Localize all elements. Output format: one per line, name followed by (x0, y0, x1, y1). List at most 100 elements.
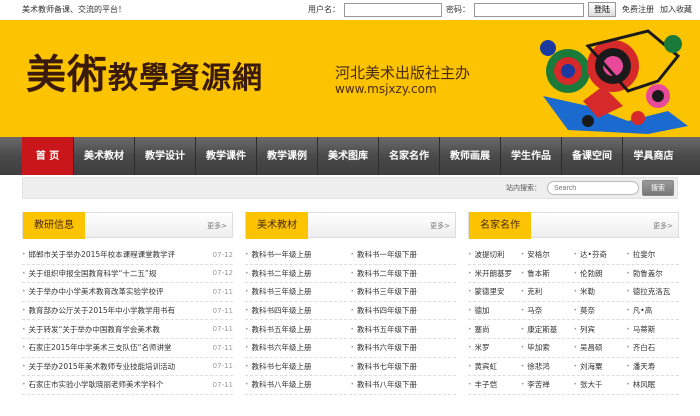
nav-teacher-exhibition[interactable]: 教师画展 (440, 137, 501, 175)
textbook-link[interactable]: • 教科书六年级下册 (351, 342, 457, 353)
register-link[interactable]: 免费注册 (622, 4, 654, 15)
nav-art-textbooks[interactable]: 美术教材 (74, 137, 135, 175)
list-item[interactable]: • 邯郸市关于举办2015年校本课程课堂教学评 07-12 (22, 246, 233, 265)
textbook-link[interactable]: • 教科书一年级下册 (351, 249, 457, 260)
nav-home[interactable]: 首 页 (22, 137, 74, 175)
artist-link[interactable]: • 塞尚 (468, 324, 521, 335)
panel-header: 教研信息 更多> (22, 212, 233, 239)
artist-link[interactable]: • 米勒 (574, 286, 627, 297)
textbook-link[interactable]: • 教科书六年级上册 (245, 342, 351, 353)
research-list: • 邯郸市关于举办2015年校本课程课堂教学评 07-12 • 关于组织申报全国教育科… (22, 238, 233, 395)
nav-prep-space[interactable]: 备课空间 (562, 137, 623, 175)
artist-link[interactable]: • 蒙德里安 (468, 286, 521, 297)
panel-title: 教研信息 (23, 212, 85, 239)
artist-link[interactable]: • 安格尔 (521, 249, 574, 260)
artist-link[interactable]: • 凡•高 (626, 305, 679, 316)
artist-link[interactable]: • 达•芬奇 (574, 249, 627, 260)
list-item: • 教科书四年级上册 • 教科书四年级下册 (245, 302, 456, 321)
list-item[interactable]: • 关于组织申报全国教育科学“十二五”规 07-12 (22, 265, 233, 284)
artist-link[interactable]: • 黄宾虹 (468, 361, 521, 372)
artist-link[interactable]: • 李苦禅 (521, 379, 574, 390)
nav-lesson-examples[interactable]: 教学课例 (257, 137, 318, 175)
textbook-link[interactable]: • 教科书八年级上册 (245, 379, 351, 390)
artist-link[interactable]: • 吴昌硕 (574, 342, 627, 353)
artist-link[interactable]: • 德拉克洛瓦 (626, 286, 679, 297)
list-item: • 教科书二年级上册 • 教科书二年级下册 (245, 265, 456, 284)
panel-title: 名家名作 (469, 212, 531, 239)
masterpieces-panel: 名家名作 更多> • 波提切利 • 安格尔 • 达•芬奇 • 拉斐尔 • 米开朗基罗 • 鲁本斯 • 伦… (468, 212, 679, 395)
artist-link[interactable]: • 张大千 (574, 379, 627, 390)
masters-list: • 波提切利 • 安格尔 • 达•芬奇 • 拉斐尔 • 米开朗基罗 • 鲁本斯 • 伦勃朗 • 勃鲁盖尔 •… (468, 238, 679, 395)
artist-link[interactable]: • 徐悲鸿 (521, 361, 574, 372)
list-item: • 蒙德里安 • 克利 • 米勒 • 德拉克洛瓦 (468, 283, 679, 302)
artist-link[interactable]: • 鲁本斯 (521, 268, 574, 279)
add-favorite-link[interactable]: 加入收藏 (660, 4, 692, 15)
textbook-link[interactable]: • 教科书七年级上册 (245, 361, 351, 372)
artist-link[interactable]: • 马奈 (521, 305, 574, 316)
search-label: 站内搜索： (506, 184, 541, 192)
list-item[interactable]: • 关于举办中小学美术教育改革实验学校评 07-11 (22, 283, 233, 302)
site-banner: 美術教學資源網 河北美术出版社主办 www.msjxzy.com (0, 20, 700, 137)
artist-link[interactable]: • 波提切利 (468, 249, 521, 260)
textbook-link[interactable]: • 教科书四年级上册 (245, 305, 351, 316)
textbook-link[interactable]: • 教科书七年级下册 (351, 361, 457, 372)
textbook-link[interactable]: • 教科书四年级下册 (351, 305, 457, 316)
username-input[interactable] (344, 2, 442, 17)
textbook-link[interactable]: • 教科书一年级上册 (245, 249, 351, 260)
panel-header: 美术教材 更多> (245, 212, 456, 239)
more-link[interactable]: 更多> (653, 221, 673, 231)
artist-link[interactable]: • 齐白石 (626, 342, 679, 353)
artist-link[interactable]: • 林风眠 (626, 379, 679, 390)
artist-link[interactable]: • 伦勃朗 (574, 268, 627, 279)
search-input[interactable] (547, 181, 639, 195)
more-link[interactable]: 更多> (430, 221, 450, 231)
site-url: www.msjxzy.com (335, 82, 437, 96)
search-button[interactable]: 搜索 (642, 180, 674, 196)
textbook-link[interactable]: • 教科书二年级上册 (245, 268, 351, 279)
password-input[interactable] (474, 2, 584, 17)
research-news-panel: 教研信息 更多> • 邯郸市关于举办2015年校本课程课堂教学评 07-12 • 关于… (22, 212, 233, 395)
artist-link[interactable]: • 米开朗基罗 (468, 268, 521, 279)
nav-art-gallery[interactable]: 美术图库 (318, 137, 379, 175)
list-item: • 教科书六年级上册 • 教科书六年级下册 (245, 339, 456, 358)
nav-courseware[interactable]: 教学课件 (196, 137, 257, 175)
artist-link[interactable]: • 克利 (521, 286, 574, 297)
artist-link[interactable]: • 勃鲁盖尔 (626, 268, 679, 279)
list-item: • 波提切利 • 安格尔 • 达•芬奇 • 拉斐尔 (468, 246, 679, 265)
nav-lesson-design[interactable]: 教学设计 (135, 137, 196, 175)
list-item[interactable]: • 石家庄市实验小学耿晓丽老师美术学科个 07-11 (22, 376, 233, 395)
artist-link[interactable]: • 拉斐尔 (626, 249, 679, 260)
artist-link[interactable]: • 刘海粟 (574, 361, 627, 372)
textbook-link[interactable]: • 教科书八年级下册 (351, 379, 457, 390)
nav-student-works[interactable]: 学生作品 (501, 137, 562, 175)
artist-link[interactable]: • 列宾 (574, 324, 627, 335)
list-item[interactable]: • 石家庄2015年中学美术三支队伍“名师讲堂 07-11 (22, 339, 233, 358)
artist-link[interactable]: • 米罗 (468, 342, 521, 353)
textbook-link[interactable]: • 教科书二年级下册 (351, 268, 457, 279)
list-item: • 教科书三年级上册 • 教科书三年级下册 (245, 283, 456, 302)
artist-link[interactable]: • 马蒂斯 (626, 324, 679, 335)
textbook-link[interactable]: • 教科书五年级上册 (245, 324, 351, 335)
artist-link[interactable]: • 德加 (468, 305, 521, 316)
list-item[interactable]: • 教育部办公厅关于2015年中小学教学用书有 07-11 (22, 302, 233, 321)
site-logo[interactable]: 美術教學資源網 (26, 42, 263, 100)
list-item: • 米罗 • 毕加索 • 吴昌硕 • 齐白石 (468, 339, 679, 358)
login-button[interactable]: 登陆 (588, 2, 616, 17)
artist-link[interactable]: • 潘天寿 (626, 361, 679, 372)
password-label: 密码： (446, 5, 470, 14)
artist-link[interactable]: • 莫奈 (574, 305, 627, 316)
more-link[interactable]: 更多> (207, 221, 227, 231)
textbook-link[interactable]: • 教科书五年级下册 (351, 324, 457, 335)
textbook-link[interactable]: • 教科书三年级上册 (245, 286, 351, 297)
textbook-list: • 教科书一年级上册 • 教科书一年级下册 • 教科书二年级上册 • 教科书二年级下册 • 教… (245, 238, 456, 395)
artist-link[interactable]: • 康定斯基 (521, 324, 574, 335)
list-item[interactable]: • 关于举办2015年美术教师专业技能培训活动 07-11 (22, 358, 233, 377)
textbook-link[interactable]: • 教科书三年级下册 (351, 286, 457, 297)
artist-link[interactable]: • 毕加索 (521, 342, 574, 353)
artist-link[interactable]: • 丰子恺 (468, 379, 521, 390)
nav-masterpieces[interactable]: 名家名作 (379, 137, 440, 175)
list-item[interactable]: • 关于转发“关于举办中国教育学会美术教 07-11 (22, 320, 233, 339)
panel-header: 名家名作 更多> (468, 212, 679, 239)
art-textbooks-panel: 美术教材 更多> • 教科书一年级上册 • 教科书一年级下册 • 教科书二年级上册 • 教科… (245, 212, 456, 395)
nav-supplies-shop[interactable]: 学具商店 (623, 137, 684, 175)
